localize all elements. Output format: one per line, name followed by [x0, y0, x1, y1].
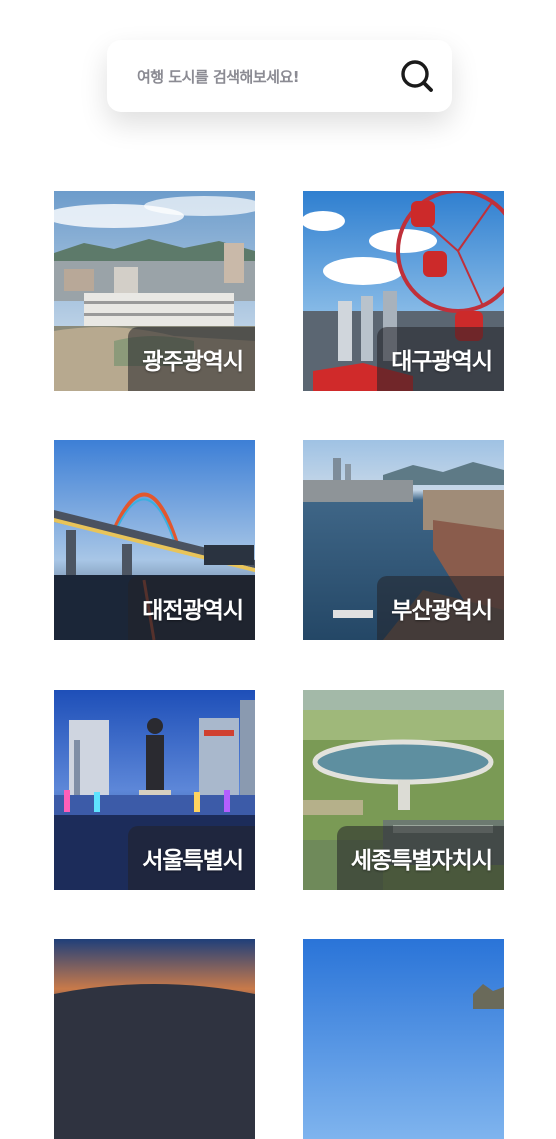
city-name-label: 부산광역시: [377, 576, 504, 640]
search-icon: [401, 60, 433, 92]
city-photo: [54, 939, 255, 1139]
search-button[interactable]: [399, 58, 435, 94]
city-name-label: 광주광역시: [128, 327, 255, 391]
search-bar: [107, 40, 452, 112]
search-input[interactable]: [137, 64, 377, 90]
city-card-sejong[interactable]: 세종특별자치시: [303, 690, 504, 890]
city-card[interactable]: [54, 939, 255, 1139]
city-card-busan[interactable]: 부산광역시: [303, 440, 504, 640]
city-card-daejeon[interactable]: 대전광역시: [54, 440, 255, 640]
city-card[interactable]: [303, 939, 504, 1139]
city-card-seoul[interactable]: 서울특별시: [54, 690, 255, 890]
city-name-label: 대전광역시: [128, 576, 255, 640]
city-photo: [303, 939, 504, 1139]
city-name-label: 서울특별시: [128, 826, 255, 890]
city-card-daegu[interactable]: 대구광역시: [303, 191, 504, 391]
city-name-label: 대구광역시: [377, 327, 504, 391]
city-card-gwangju[interactable]: 광주광역시: [54, 191, 255, 391]
city-name-label: 세종특별자치시: [336, 826, 504, 890]
